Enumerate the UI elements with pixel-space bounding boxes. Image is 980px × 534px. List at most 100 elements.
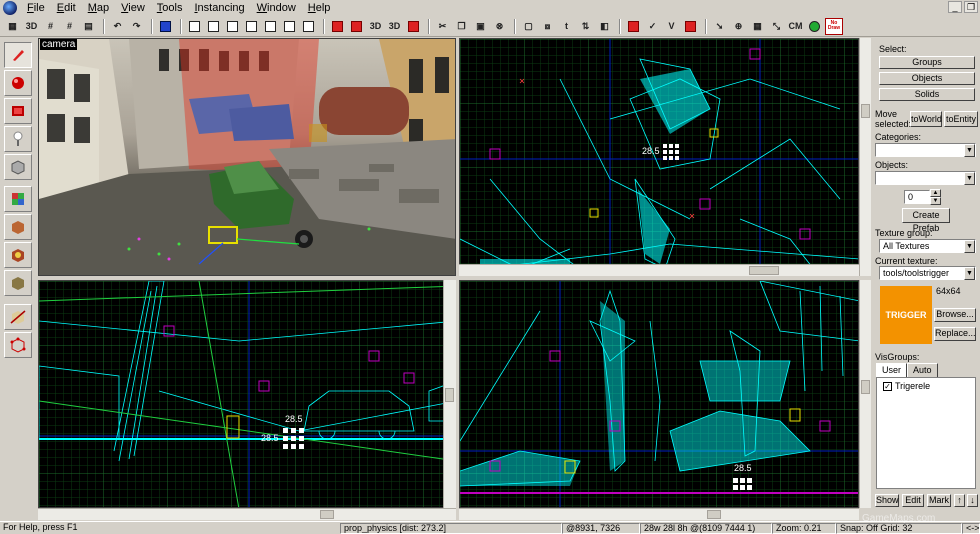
view-filter-icon[interactable]	[281, 18, 298, 35]
browse-button[interactable]: Browse...	[934, 308, 976, 322]
menu-file[interactable]: File	[21, 0, 51, 16]
replace-button[interactable]: Replace...	[934, 327, 976, 341]
front-viewport-hscroll[interactable]	[459, 508, 859, 520]
magnify-tool-icon[interactable]	[4, 70, 32, 96]
categories-dropdown[interactable]: ▼	[875, 143, 976, 157]
restore-icon[interactable]: ❐	[964, 1, 978, 13]
to-entity-button[interactable]: toEntity	[944, 111, 978, 127]
block-tool-icon[interactable]	[4, 154, 32, 180]
scroll-thumb[interactable]	[707, 510, 721, 519]
move-down-icon[interactable]: ↓	[967, 494, 978, 507]
to-world-button[interactable]: toWorld	[910, 111, 942, 127]
box-3d-icon[interactable]: 3D	[367, 18, 384, 35]
texture-lock-icon[interactable]: t	[558, 18, 575, 35]
view-filter-icon[interactable]	[205, 18, 222, 35]
side-viewport-hscroll[interactable]	[38, 508, 456, 520]
checkbox-checked-icon[interactable]: ✓	[883, 382, 892, 392]
overlay-tool-icon[interactable]	[4, 270, 32, 296]
create-prefab-button[interactable]: Create Prefab	[902, 208, 950, 233]
scroll-thumb[interactable]	[320, 510, 334, 519]
box-red-icon[interactable]	[405, 18, 422, 35]
visgroup-item[interactable]: ✓ Trigerele	[883, 381, 930, 392]
compass-icon[interactable]: ⊕	[730, 18, 747, 35]
select-box-icon[interactable]: ▢	[520, 18, 537, 35]
side-viewport[interactable]: 28.5 28.5	[38, 280, 456, 508]
box-red-icon[interactable]	[329, 18, 346, 35]
group-icon[interactable]: ⧈	[539, 18, 556, 35]
box-red-icon[interactable]	[348, 18, 365, 35]
menu-edit[interactable]: Edit	[51, 0, 82, 16]
scroll-thumb[interactable]	[861, 380, 870, 394]
ignore-groups-icon[interactable]: ⊗	[491, 18, 508, 35]
redo-icon[interactable]: ↷	[128, 18, 145, 35]
check-problems-icon[interactable]: ✓	[644, 18, 661, 35]
tab-user[interactable]: User	[876, 363, 908, 377]
snap-icon[interactable]: ⇅	[577, 18, 594, 35]
grid-snap-icon[interactable]: ▦	[749, 18, 766, 35]
entity-tool-icon[interactable]	[4, 126, 32, 152]
cut-icon[interactable]: ✂	[434, 18, 451, 35]
grid-icon[interactable]: ▤	[80, 18, 97, 35]
hollow-icon[interactable]: V	[663, 18, 680, 35]
move-up-icon[interactable]: ↑	[954, 494, 965, 507]
hide-icon[interactable]: ◧	[596, 18, 613, 35]
texture-group-dropdown[interactable]: All Textures ▼	[879, 239, 976, 253]
tab-auto[interactable]: Auto	[907, 363, 938, 377]
top-viewport-hscroll[interactable]	[459, 264, 859, 276]
carve-icon[interactable]	[157, 18, 174, 35]
app-icon[interactable]	[3, 1, 17, 15]
camera-tool-icon[interactable]	[4, 98, 32, 124]
menu-window[interactable]: Window	[251, 0, 302, 16]
texture-preview[interactable]: TRIGGER	[880, 286, 932, 344]
decal-tool-icon[interactable]	[4, 242, 32, 268]
objects-dropdown[interactable]: ▼	[875, 171, 976, 185]
menu-tools[interactable]: Tools	[151, 0, 189, 16]
edit-visgroup-button[interactable]: Edit	[902, 494, 924, 507]
front-viewport[interactable]: 28.5	[459, 280, 859, 508]
grid-smaller-icon[interactable]: #	[42, 18, 59, 35]
menu-instancing[interactable]: Instancing	[188, 0, 250, 16]
menu-help[interactable]: Help	[302, 0, 337, 16]
objects-button[interactable]: Objects	[879, 72, 975, 85]
vertex-tool-icon[interactable]	[4, 332, 32, 358]
top-viewport-vscroll[interactable]	[859, 38, 871, 276]
menu-view[interactable]: View	[115, 0, 151, 16]
view-filter-icon[interactable]	[243, 18, 260, 35]
scroll-thumb[interactable]	[445, 388, 454, 402]
clipping-tool-icon[interactable]	[4, 304, 32, 330]
sprite-icon[interactable]	[806, 18, 823, 35]
count-down-icon[interactable]: ▼	[930, 197, 941, 205]
copy-icon[interactable]: ❐	[453, 18, 470, 35]
undo-icon[interactable]: ↶	[109, 18, 126, 35]
mark-visgroup-button[interactable]: Mark	[927, 494, 951, 507]
menu-map[interactable]: Map	[82, 0, 115, 16]
arrow-icon[interactable]: ➘	[711, 18, 728, 35]
view-filter-icon[interactable]	[224, 18, 241, 35]
3d-icon[interactable]: 3D	[23, 18, 40, 35]
view-filter-icon[interactable]	[262, 18, 279, 35]
top-viewport[interactable]: 28.5	[459, 38, 859, 276]
selection-tool-icon[interactable]	[4, 42, 32, 68]
3d-toggle-icon[interactable]: ▦	[4, 18, 21, 35]
run-map-icon[interactable]	[682, 18, 699, 35]
prefab-count-field[interactable]: 0	[904, 190, 930, 204]
scroll-thumb[interactable]	[861, 104, 870, 118]
front-viewport-vscroll[interactable]	[859, 280, 871, 508]
camera-viewport[interactable]: camera	[38, 38, 456, 276]
side-viewport-vscroll[interactable]	[443, 280, 456, 508]
cm-icon[interactable]: CM	[787, 18, 804, 35]
grid-larger-icon[interactable]: #	[61, 18, 78, 35]
count-up-icon[interactable]: ▲	[930, 189, 941, 197]
minimize-icon[interactable]: _	[948, 1, 962, 13]
view-filter-icon[interactable]	[186, 18, 203, 35]
groups-button[interactable]: Groups	[879, 56, 975, 69]
current-texture-dropdown[interactable]: tools/toolstrigger ▼	[879, 266, 976, 280]
paste-icon[interactable]: ▣	[472, 18, 489, 35]
solids-button[interactable]: Solids	[879, 88, 975, 101]
view-filter-icon[interactable]	[300, 18, 317, 35]
scale-icon[interactable]: ⤡	[768, 18, 785, 35]
scroll-thumb[interactable]	[749, 266, 779, 275]
entity-report-icon[interactable]	[625, 18, 642, 35]
show-visgroup-button[interactable]: Show	[875, 494, 899, 507]
texture-application-icon[interactable]	[4, 186, 32, 212]
